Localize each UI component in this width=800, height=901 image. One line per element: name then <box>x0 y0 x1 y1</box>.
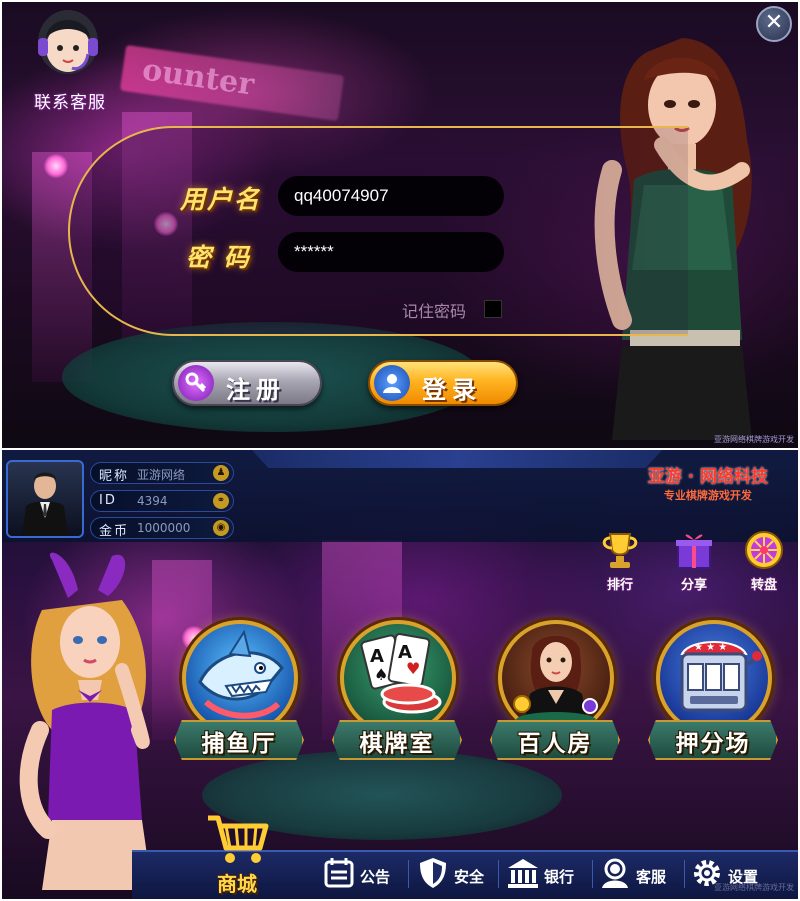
game-fishing-hall-label: 捕鱼厅 <box>201 731 277 757</box>
close-button[interactable]: ✕ <box>756 6 792 42</box>
slot-machine-icon: ★ ★ ★ <box>680 641 762 712</box>
bunny-girl-character <box>19 552 152 890</box>
shop-button[interactable]: 商城 <box>202 810 272 896</box>
developer-credit: 亚游网络棋牌游戏开发 <box>714 883 794 892</box>
game-betting-arena[interactable]: ★ ★ ★ 押分场 <box>648 620 778 770</box>
share-label: 分享 <box>680 578 707 593</box>
game-hundred-player-room[interactable]: 百人房 <box>490 620 620 770</box>
remember-password-label: 记住密码 <box>402 302 467 321</box>
game-fishing-hall-frame <box>182 620 298 736</box>
password-input[interactable] <box>278 232 504 272</box>
nav-bank[interactable]: 银行 <box>506 854 586 894</box>
nickname-row: 昵称 亚游网络 ♟ <box>90 462 234 484</box>
game-betting-arena-frame: ★ ★ ★ <box>656 620 772 736</box>
nav-divider <box>684 860 685 888</box>
game-betting-arena-label: 押分场 <box>675 731 751 757</box>
top-bar-decoration <box>252 450 662 468</box>
lobby-screen: 昵称 亚游网络 ♟ ID 4394 ⚭ 金币 1000000 ◉ 亚游 · 网络… <box>2 450 798 899</box>
svg-text:♠: ♠ <box>374 665 388 684</box>
shop-label: 商城 <box>217 872 257 896</box>
developer-credit: 亚游网络棋牌游戏开发 <box>714 435 794 444</box>
game-hundred-player-room-label: 百人房 <box>517 731 593 757</box>
id-value: 4394 <box>137 494 168 508</box>
nav-divider <box>408 860 409 888</box>
register-label: 注册 <box>226 376 286 404</box>
game-card-room-label: 棋牌室 <box>359 731 435 757</box>
game-card-room-frame: A A ♠ ♥ <box>340 620 456 736</box>
game-hundred-player-room-frame <box>498 620 614 736</box>
id-label: ID <box>99 493 117 508</box>
close-icon: ✕ <box>764 10 784 35</box>
nav-announcement-label: 公告 <box>360 868 391 886</box>
nav-divider <box>498 860 499 888</box>
shark-icon <box>198 629 284 719</box>
share-button[interactable]: 分享 <box>666 530 722 593</box>
person-icon[interactable]: ♟ <box>213 465 229 481</box>
coin-icon[interactable]: ◉ <box>213 520 229 536</box>
id-row: ID 4394 ⚭ <box>90 490 234 512</box>
shopping-cart-icon <box>208 815 269 863</box>
copy-icon[interactable]: ⚭ <box>213 493 229 509</box>
key-icon <box>178 365 214 401</box>
game-fishing-hall[interactable]: 捕鱼厅 <box>174 620 304 770</box>
customer-service-button[interactable]: 联系客服 <box>20 8 116 116</box>
nav-security[interactable]: 安全 <box>416 854 496 894</box>
brand-subtitle: 专业棋牌游戏开发 <box>663 489 752 502</box>
leaderboard-label: 排行 <box>606 578 633 593</box>
login-label: 登录 <box>422 376 482 404</box>
wheel-icon <box>745 531 783 569</box>
notice-icon <box>324 858 354 888</box>
lucky-wheel-button[interactable]: 转盘 <box>736 530 792 593</box>
user-icon <box>374 365 410 401</box>
nav-customer-service[interactable]: 客服 <box>598 854 678 894</box>
remember-password-checkbox[interactable] <box>484 300 502 318</box>
nav-bank-label: 银行 <box>544 868 575 886</box>
svg-text:★ ★ ★: ★ ★ ★ <box>694 642 727 653</box>
register-button[interactable]: 注册 <box>172 360 322 406</box>
player-avatar[interactable] <box>6 460 84 538</box>
customer-service-label: 联系客服 <box>34 93 106 113</box>
nav-announcement[interactable]: 公告 <box>322 854 402 894</box>
brand-name: 亚游 · 网络科技 <box>647 467 768 487</box>
svg-text:♥: ♥ <box>406 659 420 678</box>
login-screen: ounter 联系客服 ✕ 用户名 qq40074907 密 码 ****** … <box>2 2 798 448</box>
businessman-avatar-icon <box>22 472 68 536</box>
bank-icon <box>508 859 538 888</box>
coins-row: 金币 1000000 ◉ <box>90 517 234 539</box>
background-lamp <box>44 154 68 178</box>
support-icon <box>602 858 628 888</box>
nav-customer-service-label: 客服 <box>636 868 667 886</box>
login-form-frame <box>68 126 688 336</box>
password-label: 密 码 <box>186 243 251 272</box>
headset-agent-icon <box>38 10 98 74</box>
game-card-room[interactable]: A A ♠ ♥ 棋牌室 <box>332 620 462 770</box>
shield-icon <box>420 858 446 888</box>
leaderboard-button[interactable]: 排行 <box>592 530 648 593</box>
cards-icon: A A ♠ ♥ <box>360 633 442 714</box>
login-button[interactable]: 登录 <box>368 360 518 406</box>
nav-security-label: 安全 <box>454 868 485 886</box>
brand-logo: 亚游 · 网络科技 专业棋牌游戏开发 <box>648 462 768 503</box>
coins-label: 金币 <box>99 524 130 539</box>
nickname-label: 昵称 <box>99 469 130 484</box>
trophy-icon <box>602 533 638 568</box>
coins-value: 1000000 <box>137 521 191 535</box>
lucky-wheel-label: 转盘 <box>750 578 777 593</box>
dealer-icon <box>513 636 598 728</box>
nav-divider <box>592 860 593 888</box>
nickname-value: 亚游网络 <box>137 468 186 482</box>
svg-text:A: A <box>370 646 384 667</box>
gift-icon <box>676 534 712 569</box>
username-label: 用户名 <box>180 185 262 214</box>
username-input[interactable] <box>278 176 504 216</box>
